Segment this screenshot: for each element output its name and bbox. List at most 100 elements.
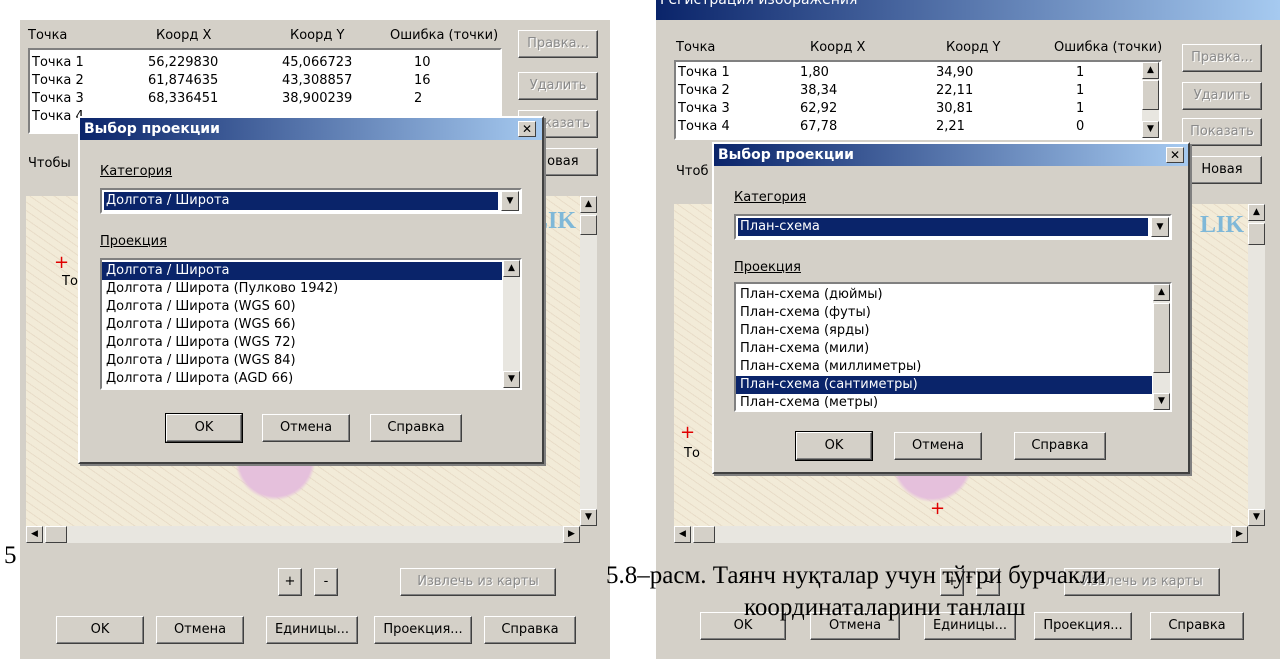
- map-brand: LIK: [1199, 212, 1244, 238]
- projection-button[interactable]: Проекция...: [1034, 612, 1132, 640]
- projection-list-scroll[interactable]: ▲ ▼: [503, 260, 520, 388]
- hint-text: Чтоб: [676, 164, 709, 179]
- cancel-button[interactable]: Отмена: [156, 616, 244, 644]
- projection-list-item[interactable]: План-схема (ярды): [736, 322, 1152, 340]
- map-vscroll[interactable]: ▲ ▼: [580, 196, 597, 526]
- table-row[interactable]: Точка 2 61,874635 43,308857 16: [30, 72, 500, 90]
- table-row[interactable]: Точка 3 62,92 30,81 1: [676, 100, 1160, 118]
- edit-button[interactable]: Правка...: [1182, 44, 1262, 72]
- dialog-cancel-button[interactable]: Отмена: [262, 414, 350, 442]
- cell-coord-x: 68,336451: [148, 91, 219, 106]
- projection-list-item[interactable]: План-схема (футы): [736, 304, 1152, 322]
- scroll-thumb[interactable]: [580, 215, 597, 235]
- dialog-title: Выбор проекции: [80, 118, 542, 140]
- zoom-out-button[interactable]: -: [314, 568, 338, 596]
- cell-coord-x: 62,92: [800, 101, 838, 116]
- figure-caption-line1: 5.8–расм. Таянч нуқталар учун тўғри бурч…: [606, 562, 1106, 589]
- help-button[interactable]: Справка: [484, 616, 576, 644]
- cell-point: Точка 4: [32, 109, 84, 124]
- cell-coord-x: 56,229830: [148, 55, 219, 70]
- units-button[interactable]: Единицы...: [266, 616, 358, 644]
- projection-list-item[interactable]: Долгота / Широта (WGS 72): [102, 334, 502, 352]
- scroll-up-arrow[interactable]: ▲: [503, 260, 520, 277]
- hscroll-thumb[interactable]: [693, 526, 715, 543]
- projection-list-item[interactable]: Долгота / Широта (WGS 60): [102, 298, 502, 316]
- scroll-left-arrow[interactable]: ◀: [26, 526, 43, 543]
- scroll-down-arrow[interactable]: ▼: [1153, 393, 1170, 410]
- close-icon[interactable]: ✕: [1166, 147, 1184, 163]
- delete-button[interactable]: Удалить: [1182, 82, 1262, 110]
- scroll-right-arrow[interactable]: ▶: [563, 526, 580, 543]
- projection-list-scroll[interactable]: ▲ ▼: [1153, 284, 1170, 410]
- zoom-in-button[interactable]: +: [278, 568, 302, 596]
- delete-button[interactable]: Удалить: [518, 72, 598, 100]
- projection-list-item[interactable]: План-схема (миллиметры): [736, 358, 1152, 376]
- scroll-up-arrow[interactable]: ▲: [1153, 284, 1170, 301]
- scroll-thumb[interactable]: [1142, 80, 1159, 110]
- projection-list-item[interactable]: План-схема (метры): [736, 394, 1152, 410]
- table-row[interactable]: Точка 2 38,34 22,11 1: [676, 82, 1160, 100]
- projection-list[interactable]: Долгота / Широта Долгота / Широта (Пулков…: [100, 258, 522, 390]
- dialog-help-button[interactable]: Справка: [1014, 432, 1106, 460]
- scroll-thumb[interactable]: [1248, 223, 1265, 245]
- scroll-down-arrow[interactable]: ▼: [503, 371, 520, 388]
- extract-from-map-button[interactable]: Извлечь из карты: [400, 568, 556, 596]
- cell-point: Точка 1: [678, 65, 730, 80]
- col-point: Точка: [28, 28, 68, 43]
- close-icon[interactable]: ✕: [518, 121, 536, 137]
- projection-list[interactable]: План-схема (дюймы) План-схема (футы) План-…: [734, 282, 1172, 412]
- table-vscroll[interactable]: ▲ ▼: [1142, 62, 1159, 138]
- scroll-up-arrow[interactable]: ▲: [580, 196, 597, 213]
- edit-button[interactable]: Правка...: [518, 30, 598, 58]
- table-row[interactable]: Точка 1 56,229830 45,066723 10: [30, 54, 500, 72]
- projection-label-text: Проекция: [100, 234, 167, 249]
- projection-button[interactable]: Проекция...: [374, 616, 472, 644]
- new-button[interactable]: Новая: [1182, 156, 1262, 184]
- projection-list-item[interactable]: План-схема (сантиметры): [736, 376, 1152, 394]
- dialog-help-button[interactable]: Справка: [370, 414, 462, 442]
- window-title-text: Регистрация изображения: [660, 0, 858, 8]
- scroll-thumb[interactable]: [1153, 303, 1170, 373]
- scroll-up-arrow[interactable]: ▲: [1142, 62, 1159, 79]
- map-hscroll[interactable]: ◀ ▶: [26, 526, 580, 543]
- table-row[interactable]: Точка 1 1,80 34,90 1: [676, 64, 1160, 82]
- map-vscroll[interactable]: ▲ ▼: [1248, 204, 1265, 526]
- help-button[interactable]: Справка: [1150, 612, 1244, 640]
- table-row[interactable]: Точка 4 67,78 2,21 0: [676, 118, 1160, 136]
- show-button[interactable]: Показать: [1182, 118, 1262, 146]
- scroll-down-arrow[interactable]: ▼: [1248, 509, 1265, 526]
- ok-button[interactable]: OK: [56, 616, 144, 644]
- dialog-ok-button[interactable]: OK: [165, 413, 243, 443]
- projection-list-item[interactable]: План-схема (дюймы): [736, 286, 1152, 304]
- caption-fragment: 5: [4, 542, 17, 569]
- table-row[interactable]: Точка 3 68,336451 38,900239 2: [30, 90, 500, 108]
- category-select[interactable]: План-схема ▼: [734, 214, 1172, 240]
- cell-error: 2: [414, 91, 423, 106]
- points-table[interactable]: Точка 1 1,80 34,90 1 Точка 2 38,34 22,11 1 Точка…: [674, 60, 1162, 140]
- chevron-down-icon[interactable]: ▼: [501, 191, 519, 211]
- projection-list-item[interactable]: Долгота / Широта (Пулково 1942): [102, 280, 502, 298]
- map-hscroll[interactable]: ◀ ▶: [674, 526, 1248, 543]
- map-marker-label: То: [62, 274, 78, 289]
- projection-list-item[interactable]: Долгота / Широта (WGS 84): [102, 352, 502, 370]
- cell-coord-y: 38,900239: [282, 91, 353, 106]
- projection-list-item[interactable]: Долгота / Широта (AGD 66): [102, 370, 502, 388]
- scroll-down-arrow[interactable]: ▼: [1142, 121, 1159, 138]
- scroll-up-arrow[interactable]: ▲: [1248, 204, 1265, 221]
- cell-error: 1: [1076, 83, 1085, 98]
- cell-point: Точка 2: [32, 73, 84, 88]
- hscroll-thumb[interactable]: [45, 526, 67, 543]
- cell-coord-y: 22,11: [936, 83, 974, 98]
- dialog-title-text: Выбор проекции: [84, 121, 220, 137]
- projection-list-item[interactable]: Долгота / Широта: [102, 262, 502, 280]
- dialog-ok-button[interactable]: OK: [795, 431, 873, 461]
- category-select[interactable]: Долгота / Широта ▼: [100, 188, 522, 214]
- scroll-right-arrow[interactable]: ▶: [1231, 526, 1248, 543]
- projection-list-item[interactable]: Долгота / Широта (WGS 66): [102, 316, 502, 334]
- col-error: Ошибка (точки): [390, 28, 499, 43]
- scroll-down-arrow[interactable]: ▼: [580, 509, 597, 526]
- chevron-down-icon[interactable]: ▼: [1151, 217, 1169, 237]
- projection-list-item[interactable]: План-схема (мили): [736, 340, 1152, 358]
- scroll-left-arrow[interactable]: ◀: [674, 526, 691, 543]
- dialog-cancel-button[interactable]: Отмена: [894, 432, 982, 460]
